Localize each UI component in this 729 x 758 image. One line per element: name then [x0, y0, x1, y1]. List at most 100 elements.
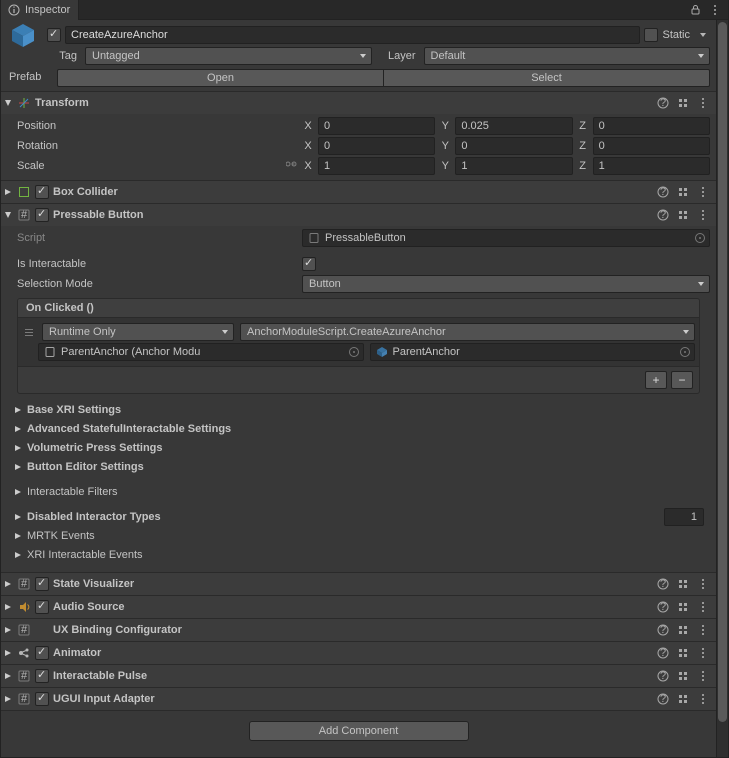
help-icon[interactable]: ?: [656, 208, 670, 222]
foldout-icon[interactable]: [3, 671, 13, 681]
runtime-dropdown[interactable]: Runtime Only: [42, 323, 234, 341]
foldout-icon[interactable]: [3, 602, 13, 612]
constrain-scale-icon[interactable]: [286, 159, 300, 173]
rotation-z-input[interactable]: 0: [593, 137, 710, 155]
preset-icon[interactable]: [676, 577, 690, 591]
component-enabled-checkbox[interactable]: [35, 646, 49, 660]
prefab-open-button[interactable]: Open: [57, 69, 384, 87]
object-picker-icon[interactable]: [680, 347, 690, 357]
scrollbar-thumb[interactable]: [718, 22, 727, 722]
preset-icon[interactable]: [676, 692, 690, 706]
add-component-button[interactable]: Add Component: [249, 721, 469, 741]
kebab-icon[interactable]: [696, 646, 710, 660]
object-picker-icon[interactable]: [349, 347, 359, 357]
inspector-tab[interactable]: Inspector: [1, 0, 79, 20]
gameobject-name-input[interactable]: CreateAzureAnchor: [65, 26, 640, 44]
is-interactable-checkbox[interactable]: [302, 257, 316, 271]
rotation-y-input[interactable]: 0: [455, 137, 572, 155]
svg-text:?: ?: [660, 186, 666, 198]
event-argument-field[interactable]: ParentAnchor: [370, 343, 696, 361]
help-icon[interactable]: ?: [656, 623, 670, 637]
button-editor-section[interactable]: Button Editor Settings: [7, 457, 710, 476]
preset-icon[interactable]: [676, 600, 690, 614]
component-enabled-checkbox[interactable]: [35, 208, 49, 222]
prefab-select-button[interactable]: Select: [384, 69, 710, 87]
preset-icon[interactable]: [676, 669, 690, 683]
preset-icon[interactable]: [676, 646, 690, 660]
event-target-field[interactable]: ParentAnchor (Anchor Modu: [38, 343, 364, 361]
component-enabled-checkbox[interactable]: [35, 669, 49, 683]
prefab-label: Prefab: [7, 71, 53, 83]
help-icon[interactable]: ?: [656, 96, 670, 110]
enabled-checkbox[interactable]: [47, 28, 61, 42]
scale-z-input[interactable]: 1: [593, 157, 710, 175]
tag-dropdown[interactable]: Untagged: [85, 47, 372, 65]
kebab-icon[interactable]: [696, 577, 710, 591]
add-listener-button[interactable]: +: [645, 371, 667, 389]
tag-label: Tag: [43, 50, 81, 62]
help-icon[interactable]: ?: [656, 577, 670, 591]
help-icon[interactable]: ?: [656, 185, 670, 199]
tab-title: Inspector: [25, 4, 70, 16]
kebab-icon[interactable]: [696, 692, 710, 706]
component-enabled-checkbox[interactable]: [35, 692, 49, 706]
script-icon: #: [17, 692, 31, 706]
help-icon[interactable]: ?: [656, 600, 670, 614]
foldout-icon[interactable]: [3, 625, 13, 635]
remove-listener-button[interactable]: −: [671, 371, 693, 389]
help-icon[interactable]: ?: [656, 646, 670, 660]
preset-icon[interactable]: [676, 185, 690, 199]
vertical-scrollbar[interactable]: [716, 20, 728, 757]
disabled-count-field[interactable]: 1: [664, 508, 704, 526]
help-icon[interactable]: ?: [656, 669, 670, 683]
kebab-icon[interactable]: [696, 185, 710, 199]
help-icon[interactable]: ?: [656, 692, 670, 706]
inspector-tabbar: Inspector: [1, 0, 728, 20]
foldout-icon[interactable]: [3, 210, 13, 220]
selection-mode-dropdown[interactable]: Button: [302, 275, 710, 293]
kebab-icon[interactable]: [696, 208, 710, 222]
foldout-icon[interactable]: [3, 648, 13, 658]
selection-mode-label: Selection Mode: [7, 278, 302, 290]
event-title: On Clicked (): [18, 299, 699, 318]
static-checkbox[interactable]: [644, 28, 658, 42]
position-z-input[interactable]: 0: [593, 117, 710, 135]
static-dropdown-arrow-icon[interactable]: [696, 28, 710, 42]
static-label: Static: [662, 29, 692, 41]
component-enabled-checkbox[interactable]: [35, 577, 49, 591]
disabled-interactor-section[interactable]: Disabled Interactor Types 1: [7, 507, 710, 526]
preset-icon[interactable]: [676, 96, 690, 110]
foldout-icon[interactable]: [3, 579, 13, 589]
kebab-icon[interactable]: [708, 3, 722, 17]
scale-y-input[interactable]: 1: [455, 157, 572, 175]
drag-handle-icon[interactable]: [22, 325, 36, 339]
lock-icon[interactable]: [688, 3, 702, 17]
component-enabled-checkbox[interactable]: [35, 185, 49, 199]
mrtk-events-section[interactable]: MRTK Events: [7, 526, 710, 545]
position-x-input[interactable]: 0: [318, 117, 435, 135]
foldout-icon[interactable]: [3, 694, 13, 704]
interactable-filters-section[interactable]: Interactable Filters: [7, 482, 710, 501]
svg-text:?: ?: [660, 647, 666, 659]
component-enabled-checkbox[interactable]: [35, 600, 49, 614]
base-xri-section[interactable]: Base XRI Settings: [7, 400, 710, 419]
kebab-icon[interactable]: [696, 669, 710, 683]
advanced-stateful-section[interactable]: Advanced StatefulInteractable Settings: [7, 419, 710, 438]
kebab-icon[interactable]: [696, 623, 710, 637]
rotation-x-input[interactable]: 0: [318, 137, 435, 155]
method-dropdown[interactable]: AnchorModuleScript.CreateAzureAnchor: [240, 323, 695, 341]
preset-icon[interactable]: [676, 623, 690, 637]
volumetric-press-section[interactable]: Volumetric Press Settings: [7, 438, 710, 457]
kebab-icon[interactable]: [696, 96, 710, 110]
kebab-icon[interactable]: [696, 600, 710, 614]
script-icon: #: [17, 577, 31, 591]
foldout-icon[interactable]: [3, 98, 13, 108]
scale-x-input[interactable]: 1: [318, 157, 435, 175]
component-title: Audio Source: [53, 601, 125, 613]
foldout-icon[interactable]: [3, 187, 13, 197]
preset-icon[interactable]: [676, 208, 690, 222]
position-y-input[interactable]: 0.025: [455, 117, 572, 135]
component-title: Transform: [35, 97, 89, 109]
xri-events-section[interactable]: XRI Interactable Events: [7, 545, 710, 564]
layer-dropdown[interactable]: Default: [424, 47, 711, 65]
